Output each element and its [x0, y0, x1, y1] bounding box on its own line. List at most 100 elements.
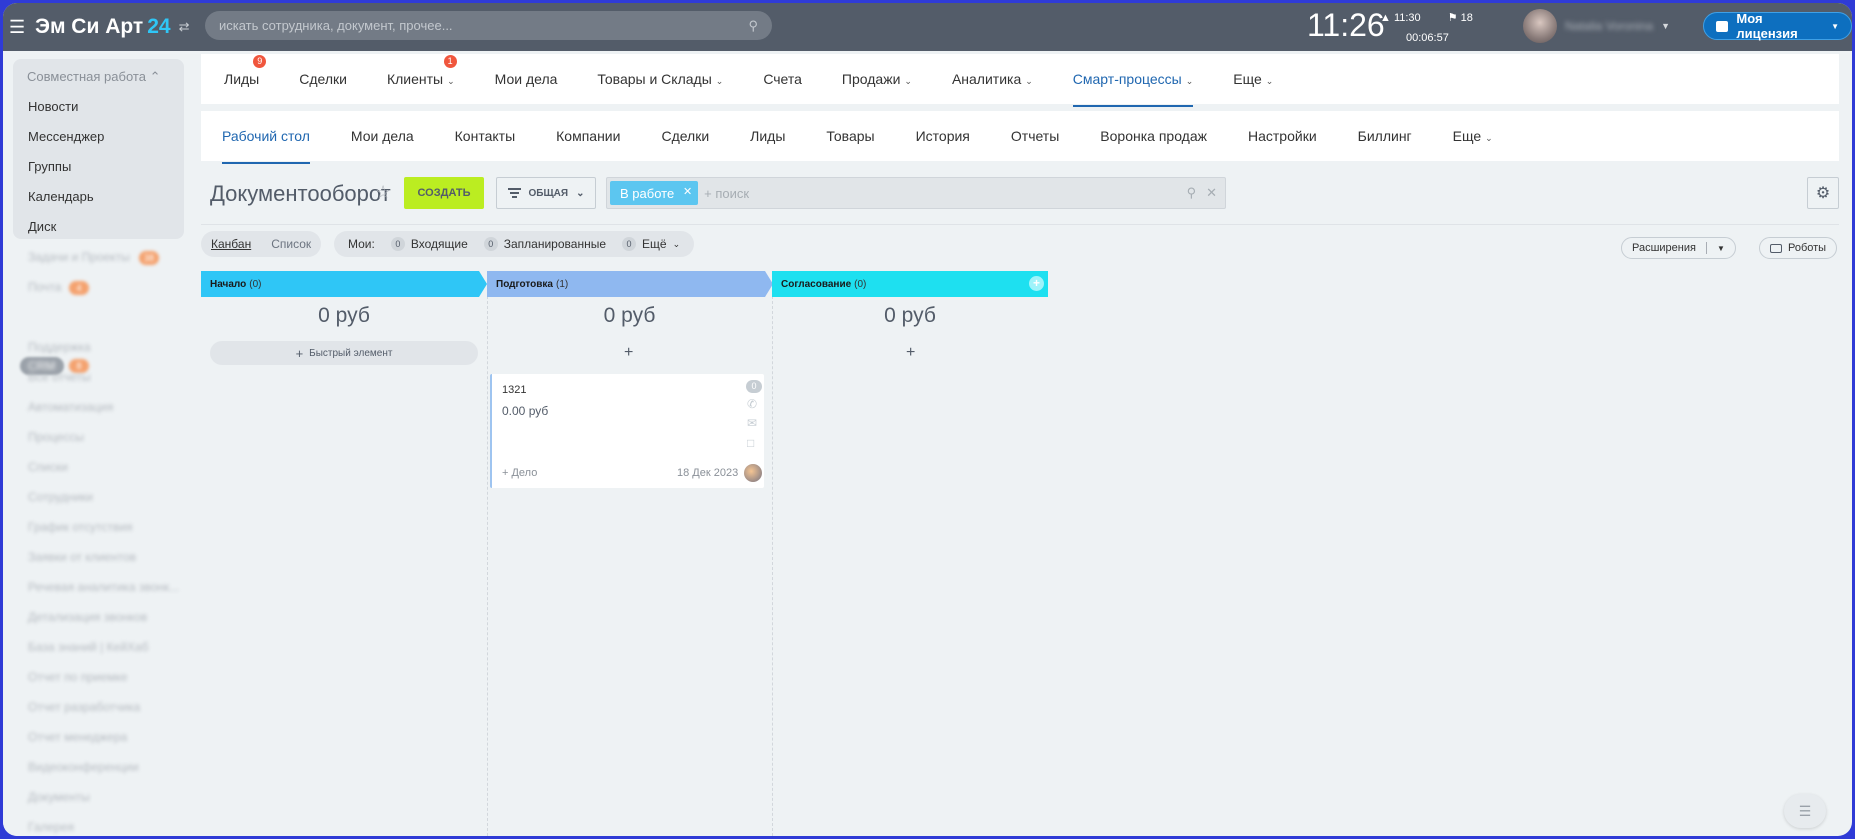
sidebar-item-calls[interactable]: Детализация звонков: [28, 610, 147, 624]
filter-chip[interactable]: В работе ✕: [610, 181, 699, 205]
extensions-button[interactable]: Расширения ▼: [1621, 237, 1736, 259]
mail-icon[interactable]: ✉: [747, 416, 757, 430]
sidebar-item-absence[interactable]: График отсутствия: [28, 520, 133, 534]
sidebar-item-dev-report[interactable]: Отчет разработчика: [28, 700, 140, 714]
sidebar-item-documents[interactable]: Документы: [28, 790, 90, 804]
counter-incoming[interactable]: 0 Входящие: [390, 237, 468, 251]
list-icon[interactable]: ☰: [1784, 794, 1826, 828]
clear-icon[interactable]: ✕: [1206, 185, 1217, 201]
sidebar-item-calendar[interactable]: Календарь: [28, 189, 94, 204]
tab-products[interactable]: Товары: [826, 128, 874, 144]
tab-more[interactable]: Еще ⌄: [1453, 128, 1493, 144]
add-stage-icon[interactable]: +: [1029, 276, 1044, 291]
sidebar-item-mail[interactable]: Почта: [28, 280, 61, 294]
settings-button[interactable]: ⚙: [1807, 177, 1839, 209]
tab-sales-funnel[interactable]: Воронка продаж: [1100, 128, 1207, 144]
menu-icon[interactable]: ☰: [9, 17, 33, 38]
nav-my-tasks[interactable]: Мои дела: [495, 71, 558, 87]
tab-leads[interactable]: Лиды: [750, 128, 785, 144]
close-icon[interactable]: ✕: [683, 185, 692, 198]
tab-companies[interactable]: Компании: [556, 128, 620, 144]
sidebar-item-acceptance[interactable]: Отчет по приемке: [28, 670, 128, 684]
tab-history[interactable]: История: [916, 128, 970, 144]
chevron-down-icon: ⌄: [1265, 76, 1274, 86]
card-title[interactable]: 1321: [502, 384, 526, 396]
sidebar-item-messenger[interactable]: Мессенджер: [28, 129, 104, 144]
add-item-button[interactable]: +: [906, 344, 915, 362]
stage-header-approval[interactable]: Согласование (0) +: [772, 271, 1048, 297]
tab-reports[interactable]: Отчеты: [1011, 128, 1059, 144]
create-button[interactable]: СОЗДАТЬ: [404, 177, 484, 209]
view-kanban[interactable]: Канбан: [211, 237, 251, 251]
clock[interactable]: 11:26: [1307, 7, 1385, 44]
nav-clients[interactable]: Клиенты ⌄ 1: [387, 55, 457, 87]
tab-my-tasks[interactable]: Мои дела: [351, 128, 414, 144]
tab-settings[interactable]: Настройки: [1248, 128, 1317, 144]
global-search-input[interactable]: искать сотрудника, документ, прочее... ⚲: [205, 11, 772, 40]
nav-smart-processes[interactable]: Смарт-процессы ⌄: [1072, 71, 1194, 107]
sidebar-item-news[interactable]: Новости: [28, 99, 78, 114]
add-activity-link[interactable]: + Дело: [502, 467, 537, 479]
sidebar-item-support[interactable]: Поддержка: [28, 340, 91, 354]
stage-header-start[interactable]: Начало (0): [201, 271, 487, 297]
nav-analytics[interactable]: Аналитика ⌄: [952, 71, 1033, 87]
chevron-down-icon: ⌄: [1025, 76, 1033, 86]
sidebar-item-video[interactable]: Видеоконференции: [28, 760, 139, 774]
tab-desktop[interactable]: Рабочий стол: [222, 128, 310, 164]
main-content: Лиды 9 Сделки Клиенты ⌄ 1 Мои дела Товары и…: [201, 51, 1842, 836]
add-item-button[interactable]: +: [624, 344, 633, 362]
quick-add-button[interactable]: + Быстрый элемент: [210, 341, 478, 365]
user-name[interactable]: Natalia Voronina: [1565, 19, 1653, 33]
nav-more[interactable]: Еще ⌄: [1233, 71, 1273, 87]
tab-deals[interactable]: Сделки: [661, 128, 709, 144]
flag-indicator[interactable]: ⚑ 18: [1448, 12, 1485, 24]
view-list[interactable]: Список: [271, 237, 311, 251]
sidebar-group-title[interactable]: Совместная работа ⌃: [27, 69, 160, 85]
chevron-down-icon[interactable]: ▼: [1717, 244, 1725, 253]
nav-invoices[interactable]: Счета: [763, 71, 802, 87]
nav-leads[interactable]: Лиды 9: [224, 55, 267, 87]
sidebar-item-groups[interactable]: Группы: [28, 159, 71, 174]
sidebar-item-knowledge[interactable]: База знаний | КейХаб: [28, 640, 148, 654]
search-icon[interactable]: ⚲: [1187, 185, 1197, 201]
tab-contacts[interactable]: Контакты: [455, 128, 515, 144]
sidebar-item-tasks[interactable]: Задачи и Проекты: [28, 250, 130, 264]
sidebar-item-manager-report[interactable]: Отчет менеджера: [28, 730, 127, 744]
chevron-down-icon[interactable]: ▼: [1661, 21, 1670, 31]
counter-more[interactable]: 0 Ещё ⌄: [622, 237, 680, 251]
sidebar-item-reports[interactable]: Все отчеты: [28, 370, 91, 384]
sidebar-item-employees[interactable]: Сотрудники: [28, 490, 93, 504]
logo[interactable]: Эм Си Арт 24: [35, 15, 171, 39]
user-menu[interactable]: Natalia Voronina ▼: [1523, 9, 1670, 43]
leads-count-badge: 9: [253, 55, 267, 68]
avatar[interactable]: [744, 464, 762, 482]
filter-placeholder: + поиск: [704, 185, 750, 201]
kanban-card[interactable]: 1321 0.00 руб 0 ✆ ✉ □ + Дело 18 Дек 2023: [490, 374, 764, 488]
chat-icon[interactable]: □: [747, 436, 754, 450]
nav-deals[interactable]: Сделки: [299, 71, 347, 87]
license-button[interactable]: Моя лицензия ▼: [1703, 11, 1852, 41]
sidebar-item-disk[interactable]: Диск: [28, 219, 56, 234]
star-icon[interactable]: ☆: [375, 182, 391, 203]
counter-planned[interactable]: 0 Запланированные: [483, 237, 606, 251]
filter-search-input[interactable]: В работе ✕ + поиск ⚲ ✕: [606, 177, 1226, 209]
divider: [201, 224, 1839, 225]
swap-icon[interactable]: ⇄: [179, 19, 190, 35]
robots-button[interactable]: Роботы: [1759, 237, 1838, 259]
sidebar-item-speech[interactable]: Речевая аналитика звонк...: [28, 580, 179, 594]
nav-products[interactable]: Товары и Склады ⌄: [597, 71, 723, 87]
alarm-indicator[interactable]: ▲ 11:30: [1380, 12, 1433, 24]
sidebar-item-gallery[interactable]: Галерея: [28, 820, 74, 834]
sidebar-item-automation[interactable]: Автоматизация: [28, 400, 113, 414]
filter-preset-button[interactable]: ОБЩАЯ ⌄: [496, 177, 596, 209]
avatar[interactable]: [1523, 9, 1557, 43]
sidebar-item-requests[interactable]: Заявки от клиентов: [28, 550, 136, 564]
phone-icon[interactable]: ✆: [747, 397, 757, 411]
nav-sales[interactable]: Продажи ⌄: [842, 71, 912, 87]
stage-header-preparation[interactable]: Подготовка (1): [487, 271, 773, 297]
tab-billing[interactable]: Биллинг: [1358, 128, 1412, 144]
search-icon[interactable]: ⚲: [748, 18, 758, 34]
sidebar-item-lists[interactable]: Списки: [28, 460, 68, 474]
stage-count: (0): [249, 278, 262, 290]
sidebar-item-processes[interactable]: Процессы: [28, 430, 84, 444]
